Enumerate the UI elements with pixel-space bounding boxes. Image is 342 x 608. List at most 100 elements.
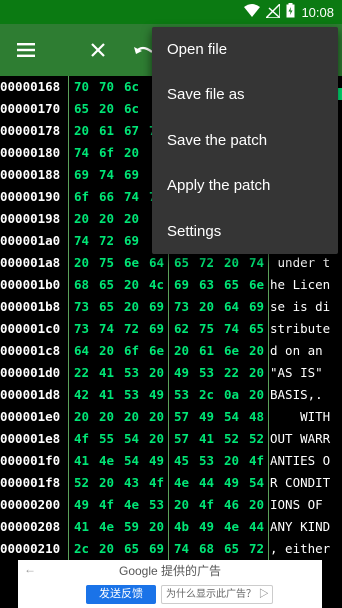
hex-byte[interactable]: 4e <box>124 494 139 516</box>
hex-byte[interactable]: 72 <box>199 252 214 274</box>
hamburger-menu-icon[interactable] <box>2 24 50 76</box>
hex-byte[interactable]: 41 <box>74 450 89 472</box>
hex-byte[interactable]: 44 <box>249 516 264 538</box>
menu-item-apply-patch[interactable]: Apply the patch <box>152 163 338 208</box>
hex-row-ascii[interactable]: under t <box>270 252 342 274</box>
hex-byte[interactable]: 52 <box>249 428 264 450</box>
hex-byte[interactable]: 49 <box>149 450 164 472</box>
hex-byte[interactable]: 41 <box>199 428 214 450</box>
hex-byte[interactable]: 46 <box>224 494 239 516</box>
hex-row-ascii[interactable]: "AS IS" <box>270 362 342 384</box>
hex-byte[interactable]: 74 <box>249 252 264 274</box>
hex-byte[interactable]: 6f <box>124 340 139 362</box>
hex-byte[interactable]: 6f <box>99 142 114 164</box>
hex-byte[interactable]: 53 <box>174 384 189 406</box>
hex-byte[interactable]: 54 <box>124 450 139 472</box>
hex-byte[interactable]: 20 <box>224 450 239 472</box>
hex-byte[interactable]: 59 <box>124 516 139 538</box>
scrollbar-thumb[interactable] <box>338 88 342 100</box>
hex-byte[interactable]: 75 <box>99 252 114 274</box>
menu-item-save-patch[interactable]: Save the patch <box>152 118 338 163</box>
hex-row-ascii[interactable]: stribute <box>270 318 342 340</box>
hex-byte[interactable]: 4e <box>99 450 114 472</box>
hex-byte[interactable]: 75 <box>199 318 214 340</box>
hex-byte[interactable]: 6f <box>74 186 89 208</box>
hex-byte[interactable]: 43 <box>124 472 139 494</box>
hex-byte[interactable]: 22 <box>224 362 239 384</box>
hex-byte[interactable]: 45 <box>174 450 189 472</box>
hex-byte[interactable]: 20 <box>199 296 214 318</box>
hex-byte[interactable]: 62 <box>174 318 189 340</box>
hex-byte[interactable]: 20 <box>99 98 114 120</box>
hex-byte[interactable]: 41 <box>99 362 114 384</box>
hex-byte[interactable]: 49 <box>199 406 214 428</box>
hex-byte[interactable]: 52 <box>224 428 239 450</box>
hex-byte[interactable]: 74 <box>99 164 114 186</box>
hex-row-ascii[interactable]: d on an <box>270 340 342 362</box>
hex-row-ascii[interactable]: ANTIES O <box>270 450 342 472</box>
hex-byte[interactable]: 69 <box>124 230 139 252</box>
hex-byte[interactable]: 65 <box>99 274 114 296</box>
hex-byte[interactable]: 72 <box>249 538 264 560</box>
hex-byte[interactable]: 6e <box>124 252 139 274</box>
hex-byte[interactable]: 20 <box>124 406 139 428</box>
hex-byte[interactable]: 57 <box>174 428 189 450</box>
hex-byte[interactable]: 6e <box>249 274 264 296</box>
hex-byte[interactable]: 20 <box>99 340 114 362</box>
hex-byte[interactable]: 74 <box>124 186 139 208</box>
hex-byte[interactable]: 20 <box>99 208 114 230</box>
hex-byte[interactable]: 20 <box>74 252 89 274</box>
hex-byte[interactable]: 65 <box>249 318 264 340</box>
hex-byte[interactable]: 20 <box>74 120 89 142</box>
hex-byte[interactable]: 48 <box>249 406 264 428</box>
hex-byte[interactable]: 53 <box>149 494 164 516</box>
hex-byte[interactable]: 20 <box>149 516 164 538</box>
hex-byte[interactable]: 69 <box>149 296 164 318</box>
hex-row-ascii[interactable]: R CONDIT <box>270 472 342 494</box>
hex-byte[interactable]: 49 <box>199 516 214 538</box>
hex-row-ascii[interactable]: se is di <box>270 296 342 318</box>
hex-byte[interactable]: 20 <box>149 428 164 450</box>
hex-byte[interactable]: 65 <box>74 98 89 120</box>
hex-row-ascii[interactable]: WITH <box>270 406 342 428</box>
hex-byte[interactable]: 68 <box>199 538 214 560</box>
hex-byte[interactable]: 44 <box>199 472 214 494</box>
hex-byte[interactable]: 20 <box>249 494 264 516</box>
hex-byte[interactable]: 41 <box>99 384 114 406</box>
hex-byte[interactable]: 4f <box>99 494 114 516</box>
hex-byte[interactable]: 55 <box>99 428 114 450</box>
hex-byte[interactable]: 74 <box>224 318 239 340</box>
hex-byte[interactable]: 73 <box>174 296 189 318</box>
hex-byte[interactable]: 64 <box>224 296 239 318</box>
hex-row-ascii[interactable]: IONS OF <box>270 494 342 516</box>
hex-row-ascii[interactable]: he Licen <box>270 274 342 296</box>
hex-byte[interactable]: 20 <box>249 362 264 384</box>
hex-byte[interactable]: 20 <box>99 538 114 560</box>
hex-byte[interactable]: 49 <box>149 384 164 406</box>
hex-byte[interactable]: 69 <box>249 296 264 318</box>
hex-byte[interactable]: 66 <box>99 186 114 208</box>
hex-byte[interactable]: 6e <box>224 340 239 362</box>
hex-row-ascii[interactable]: , either <box>270 538 342 560</box>
hex-byte[interactable]: 54 <box>124 428 139 450</box>
hex-byte[interactable]: 65 <box>99 296 114 318</box>
hex-byte[interactable]: 61 <box>199 340 214 362</box>
hex-byte[interactable]: 20 <box>99 472 114 494</box>
hex-byte[interactable]: 52 <box>74 472 89 494</box>
hex-byte[interactable]: 49 <box>224 472 239 494</box>
hex-byte[interactable]: 0a <box>224 384 239 406</box>
menu-item-open-file[interactable]: Open file <box>152 27 338 72</box>
hex-byte[interactable]: 57 <box>174 406 189 428</box>
hex-byte[interactable]: 20 <box>124 274 139 296</box>
hex-byte[interactable]: 63 <box>199 274 214 296</box>
hex-byte[interactable]: 61 <box>99 120 114 142</box>
hex-byte[interactable]: 20 <box>149 362 164 384</box>
hex-byte[interactable]: 2c <box>199 384 214 406</box>
hex-row-ascii[interactable]: OUT WARR <box>270 428 342 450</box>
hex-byte[interactable]: 69 <box>74 164 89 186</box>
hex-byte[interactable]: 74 <box>99 318 114 340</box>
menu-item-settings[interactable]: Settings <box>152 209 338 254</box>
hex-byte[interactable]: 69 <box>149 318 164 340</box>
ad-why-button[interactable]: 为什么显示此广告？ ▷ <box>161 585 273 604</box>
hex-byte[interactable]: 70 <box>74 76 89 98</box>
